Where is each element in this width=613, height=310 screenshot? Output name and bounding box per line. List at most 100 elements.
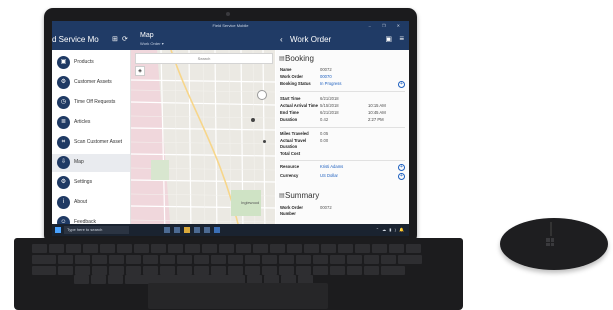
key[interactable] — [100, 244, 115, 253]
key[interactable] — [32, 244, 47, 253]
sidebar-item-map[interactable]: ⇩ Map — [52, 154, 130, 172]
key[interactable] — [270, 244, 285, 253]
taskbar-app-icon[interactable] — [204, 227, 210, 233]
key[interactable] — [347, 255, 362, 264]
key[interactable] — [160, 266, 175, 275]
sidebar-item-time-off-requests[interactable]: ◷ Time Off Requests — [52, 94, 130, 112]
key[interactable] — [381, 255, 396, 264]
back-icon[interactable]: ‹ — [280, 35, 283, 44]
expand-icon[interactable]: + — [398, 81, 405, 88]
key[interactable] — [398, 255, 422, 264]
folder-icon[interactable] — [184, 227, 190, 233]
key[interactable] — [406, 244, 421, 253]
sidebar-item-customer-assets[interactable]: ⚙ Customer Assets — [52, 74, 130, 92]
key[interactable] — [92, 255, 107, 264]
key[interactable] — [262, 255, 277, 264]
field-resource[interactable]: Resource Kristi Adams + — [280, 163, 405, 171]
trackpad[interactable] — [148, 283, 328, 309]
sidebar-item-scan-customer-asset[interactable]: ⌗ Scan Customer Asset — [52, 134, 130, 152]
key[interactable] — [75, 266, 90, 275]
key[interactable] — [74, 275, 89, 284]
map-dot-icon[interactable] — [263, 140, 266, 143]
menu-icon[interactable]: ≡ — [399, 34, 404, 43]
key[interactable] — [236, 244, 251, 253]
windows-start-icon[interactable] — [55, 227, 61, 233]
sidebar-item-about[interactable]: i About — [52, 194, 130, 212]
key[interactable] — [32, 255, 56, 264]
field-value-link[interactable]: US Dollar — [320, 172, 338, 180]
key[interactable] — [330, 266, 345, 275]
key[interactable] — [177, 255, 192, 264]
taskbar-app-icon[interactable] — [214, 227, 220, 233]
sync-icon[interactable]: ⟳ — [122, 35, 128, 43]
window-controls[interactable]: – ❐ ✕ — [369, 21, 405, 30]
key[interactable] — [313, 255, 328, 264]
key[interactable] — [228, 255, 243, 264]
field-booking-status[interactable]: Booking Status In Progress + — [280, 80, 405, 88]
sitemap-icon[interactable]: ⊞ — [112, 35, 118, 43]
expand-icon[interactable]: + — [398, 173, 405, 180]
key[interactable] — [92, 266, 107, 275]
key[interactable] — [296, 255, 311, 264]
key[interactable] — [49, 244, 64, 253]
key[interactable] — [58, 266, 73, 275]
key[interactable] — [245, 266, 260, 275]
key[interactable] — [66, 244, 81, 253]
key[interactable] — [304, 244, 319, 253]
key[interactable] — [109, 255, 124, 264]
field-value-link[interactable]: In Progress — [320, 80, 341, 88]
key[interactable] — [58, 255, 73, 264]
key[interactable] — [355, 244, 370, 253]
expand-icon[interactable]: + — [398, 164, 405, 171]
taskbar-app-icon[interactable] — [174, 227, 180, 233]
key[interactable] — [228, 266, 243, 275]
key[interactable] — [160, 255, 175, 264]
key[interactable] — [296, 266, 311, 275]
key[interactable] — [194, 266, 209, 275]
sidebar-item-settings[interactable]: ⚙ Settings — [52, 174, 130, 192]
key[interactable] — [143, 266, 158, 275]
system-tray[interactable]: ⌃ ☁ ▮ ) 🔔 — [376, 227, 405, 232]
taskbar-app-icon[interactable] — [194, 227, 200, 233]
key[interactable] — [211, 266, 226, 275]
key[interactable] — [75, 255, 90, 264]
key[interactable] — [117, 244, 132, 253]
key[interactable] — [262, 266, 277, 275]
taskbar-app-icon[interactable] — [164, 227, 170, 233]
key[interactable] — [202, 244, 217, 253]
map-dot-icon[interactable] — [251, 118, 255, 122]
key[interactable] — [389, 244, 404, 253]
key[interactable] — [126, 266, 141, 275]
key[interactable] — [330, 255, 345, 264]
key[interactable] — [32, 266, 56, 275]
key[interactable] — [91, 275, 106, 284]
key[interactable] — [108, 275, 123, 284]
key[interactable] — [126, 255, 141, 264]
key[interactable] — [313, 266, 328, 275]
key[interactable] — [287, 244, 302, 253]
key[interactable] — [321, 244, 336, 253]
key[interactable] — [194, 255, 209, 264]
view-selector[interactable]: Work Order ▾ — [140, 41, 164, 46]
key[interactable] — [168, 244, 183, 253]
key[interactable] — [211, 255, 226, 264]
key[interactable] — [83, 244, 98, 253]
key[interactable] — [245, 255, 260, 264]
key[interactable] — [347, 266, 362, 275]
map-layers-icon[interactable]: ◈ — [135, 66, 145, 76]
key[interactable] — [177, 266, 192, 275]
key[interactable] — [364, 266, 379, 275]
key[interactable] — [134, 244, 149, 253]
key[interactable] — [364, 255, 379, 264]
map-search-input[interactable]: Search — [135, 53, 273, 64]
key[interactable] — [372, 244, 387, 253]
key[interactable] — [151, 244, 166, 253]
key[interactable] — [381, 266, 405, 275]
key[interactable] — [109, 266, 124, 275]
key[interactable] — [143, 255, 158, 264]
key[interactable] — [279, 255, 294, 264]
key[interactable] — [219, 244, 234, 253]
sidebar-item-articles[interactable]: ≣ Articles — [52, 114, 130, 132]
sidebar-item-products[interactable]: ▣ Products — [52, 54, 130, 72]
map-marker-icon[interactable] — [257, 90, 267, 100]
